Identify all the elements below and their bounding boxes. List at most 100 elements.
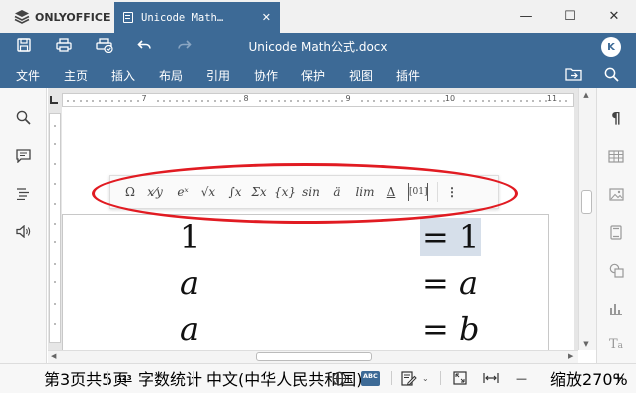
user-avatar[interactable]: K xyxy=(601,37,621,57)
chart-icon xyxy=(610,303,622,315)
undo-icon xyxy=(136,40,151,49)
fit-width-button[interactable] xyxy=(483,363,499,393)
fit-page-button[interactable] xyxy=(453,363,467,393)
large-operator-button[interactable]: Σx xyxy=(250,185,268,199)
equation-frame-right xyxy=(548,214,549,350)
menu-references[interactable]: 引用 xyxy=(206,67,230,84)
print-button[interactable] xyxy=(51,34,77,56)
close-window-button[interactable]: ✕ xyxy=(592,0,636,33)
more-options-button[interactable]: ⋮ xyxy=(446,185,458,199)
zoom-in-button[interactable]: + xyxy=(612,363,625,393)
menu-file[interactable]: 文件 xyxy=(16,67,40,84)
ruler-number: 7 xyxy=(141,94,147,103)
document-tab-label: Unicode Math… xyxy=(141,11,224,24)
speech-button[interactable] xyxy=(10,219,36,243)
tab-close-icon[interactable]: ✕ xyxy=(262,11,271,24)
menu-layout[interactable]: 布局 xyxy=(159,67,183,84)
operator-button[interactable]: Δ xyxy=(384,185,398,199)
ruler-number: 9 xyxy=(345,94,351,103)
menu-insert[interactable]: 插入 xyxy=(111,67,135,84)
menu-protection[interactable]: 保护 xyxy=(301,67,325,84)
function-button[interactable]: sin xyxy=(300,185,322,199)
equation-3-rhs[interactable]: = b xyxy=(422,310,479,348)
vertical-ruler[interactable] xyxy=(49,113,61,343)
accent-button[interactable]: ä xyxy=(330,185,344,199)
track-changes-chevron-down-icon[interactable]: ⌄ xyxy=(422,363,429,393)
quick-print-button[interactable] xyxy=(91,34,117,56)
equation-1-rhs[interactable]: = 1 xyxy=(420,218,482,256)
menu-view[interactable]: 视图 xyxy=(349,67,373,84)
search-icon xyxy=(16,110,31,125)
headings-icon xyxy=(17,188,29,200)
doc-language-button[interactable] xyxy=(332,363,347,393)
menu-home[interactable]: 主页 xyxy=(64,67,88,84)
scroll-up-arrow-icon[interactable]: ▲ xyxy=(581,91,591,99)
symbols-button[interactable]: Ω xyxy=(124,185,136,199)
textart-settings-button[interactable]: Ta xyxy=(604,332,628,356)
document-tab-icon xyxy=(123,12,133,23)
save-button[interactable] xyxy=(11,34,37,56)
document-tab[interactable]: Unicode Math… ✕ xyxy=(114,2,280,33)
header-footer-settings-button[interactable] xyxy=(604,220,628,244)
menu-plugins[interactable]: 插件 xyxy=(396,67,420,84)
spell-check-button[interactable]: ABC xyxy=(361,363,380,393)
image-settings-button[interactable] xyxy=(604,182,628,206)
save-icon xyxy=(17,38,31,52)
redo-icon xyxy=(177,40,192,49)
status-separator xyxy=(107,371,108,385)
quick-print-icon xyxy=(95,37,113,53)
redo-button[interactable] xyxy=(171,34,197,56)
minimize-button[interactable]: — xyxy=(504,0,548,33)
horizontal-ruler[interactable]: 7 8 9 10 11 xyxy=(62,93,574,107)
ruler-number: 8 xyxy=(243,94,249,103)
radical-button[interactable]: √x xyxy=(198,185,218,199)
spell-check-icon: ABC xyxy=(361,370,380,386)
maximize-button[interactable]: ☐ xyxy=(548,0,592,33)
main-menu: 文件 主页 插入 布局 引用 协作 保护 视图 插件 xyxy=(0,64,420,86)
search-button[interactable] xyxy=(598,63,624,85)
zoom-out-button[interactable]: — xyxy=(516,363,527,393)
status-separator xyxy=(193,371,194,385)
menu-collaboration[interactable]: 协作 xyxy=(254,67,278,84)
vertical-scrollbar[interactable] xyxy=(578,88,596,350)
shape-settings-button[interactable] xyxy=(604,258,628,282)
navigation-button[interactable] xyxy=(10,182,36,206)
horizontal-scroll-thumb[interactable] xyxy=(256,352,372,361)
track-changes-icon xyxy=(401,370,417,386)
vertical-scroll-thumb[interactable] xyxy=(581,190,592,214)
equation-2-lhs[interactable]: a xyxy=(180,264,199,302)
word-count-icon[interactable]: 123 xyxy=(117,363,132,393)
header-footer-icon xyxy=(610,224,622,240)
table-settings-button[interactable] xyxy=(604,144,628,168)
shape-icon xyxy=(609,263,624,278)
document-page[interactable] xyxy=(62,107,574,350)
page-indicator[interactable]: 第3页共5页 xyxy=(44,363,128,393)
script-button[interactable]: eˣ xyxy=(174,185,192,199)
comments-button[interactable] xyxy=(10,144,36,168)
limit-log-button[interactable]: lim xyxy=(354,185,376,199)
fit-page-icon xyxy=(453,371,467,385)
tab-stop-selector[interactable] xyxy=(50,96,58,104)
fraction-button[interactable]: x⁄y xyxy=(144,185,166,199)
integral-button[interactable]: ∫x xyxy=(226,185,244,199)
open-location-button[interactable] xyxy=(560,63,586,85)
equation-frame-top xyxy=(62,214,548,215)
scroll-left-arrow-icon[interactable]: ◀ xyxy=(51,352,59,361)
paragraph-settings-button[interactable]: ¶ xyxy=(604,106,628,130)
status-separator xyxy=(440,371,441,385)
equation-1-lhs[interactable]: 1 xyxy=(180,218,200,256)
left-search-button[interactable] xyxy=(10,105,36,129)
scroll-right-arrow-icon[interactable]: ▶ xyxy=(568,352,576,361)
search-icon xyxy=(604,67,619,82)
language-chevron-down-icon[interactable]: ⌄ xyxy=(316,363,323,393)
track-changes-button[interactable] xyxy=(401,363,417,393)
chart-settings-button[interactable] xyxy=(604,296,628,320)
bracket-button[interactable]: {x} xyxy=(274,185,296,199)
print-icon xyxy=(56,38,72,52)
equation-3-lhs[interactable]: a xyxy=(180,310,199,348)
matrix-button[interactable]: [01] xyxy=(408,183,428,201)
equation-2-rhs[interactable]: = a xyxy=(422,264,478,302)
scroll-down-arrow-icon[interactable]: ▼ xyxy=(581,340,591,348)
undo-button[interactable] xyxy=(131,34,157,56)
globe-icon xyxy=(332,371,347,385)
